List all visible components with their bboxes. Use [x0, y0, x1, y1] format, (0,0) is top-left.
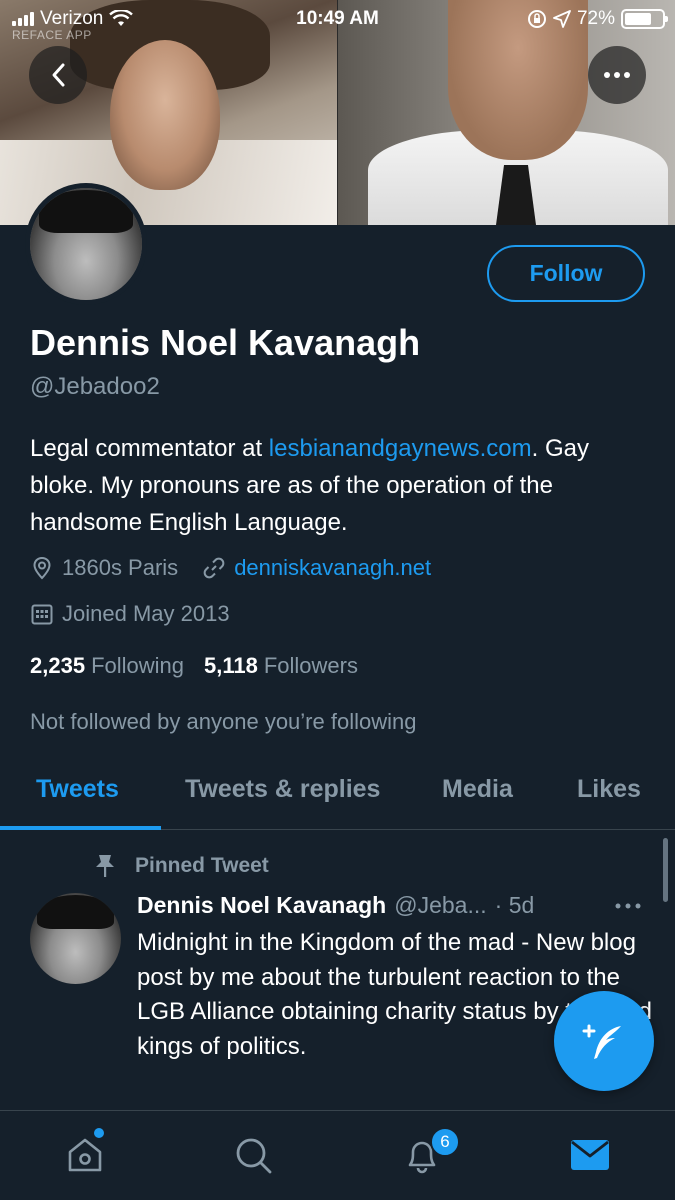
profile-joined-row: Joined May 2013 [30, 601, 230, 627]
profile-tabs: Tweets Tweets & replies Media Likes [0, 755, 675, 830]
nav-messages[interactable] [568, 1133, 612, 1177]
profile-website-link[interactable]: denniskavanagh.net [234, 555, 431, 581]
profile-joined-date: Joined May 2013 [62, 601, 230, 626]
tweet-timestamp[interactable]: · 5d [495, 892, 535, 919]
follow-counts: 2,235 Following 5,118 Followers [30, 653, 358, 679]
tweet-author-name[interactable]: Dennis Noel Kavanagh [137, 892, 386, 919]
tweet-header: Dennis Noel Kavanagh @Jeba... · 5d [137, 892, 647, 919]
app-watermark: REFACE APP [12, 28, 92, 42]
more-options-button[interactable] [588, 46, 646, 104]
profile-name: Dennis Noel Kavanagh [30, 322, 421, 363]
back-button[interactable] [29, 46, 87, 104]
location-arrow-icon [553, 10, 571, 28]
followers-count-link[interactable]: 5,118 Followers [204, 653, 358, 679]
pinned-tweet-label: Pinned Tweet [93, 853, 269, 879]
not-followed-notice: Not followed by anyone you’re following [30, 709, 417, 734]
compose-tweet-button[interactable] [554, 991, 654, 1091]
profile-handle: @Jebadoo2 [30, 373, 160, 400]
active-tab-indicator [0, 826, 161, 830]
nav-search[interactable] [231, 1133, 275, 1177]
link-icon [202, 556, 226, 580]
profile-bio: Legal commentator at lesbianandgaynews.c… [30, 435, 589, 536]
battery-icon [621, 9, 668, 29]
profile-meta-row: 1860s Paris denniskavanagh.net [30, 555, 431, 581]
home-icon [68, 1138, 102, 1172]
tweet-author-handle: @Jeba... [394, 892, 487, 918]
profile-location: 1860s Paris [62, 555, 179, 580]
tab-media[interactable]: Media [442, 775, 513, 804]
notifications-badge: 6 [430, 1127, 460, 1157]
messages-icon [571, 1140, 609, 1170]
more-icon [604, 72, 630, 78]
status-bar: Verizon 10:49 AM 72% REFACE APP [0, 0, 675, 42]
tweet-author-avatar[interactable] [30, 893, 121, 984]
following-count-link[interactable]: 2,235 Following [30, 653, 184, 679]
home-unread-dot [94, 1128, 104, 1138]
bio-link[interactable]: lesbianandgaynews.com [269, 435, 532, 462]
location-icon [30, 556, 54, 580]
nav-home[interactable] [63, 1133, 107, 1177]
battery-percent: 72% [576, 8, 615, 29]
calendar-icon [30, 602, 54, 626]
profile-avatar[interactable] [25, 183, 147, 305]
orientation-lock-icon [527, 10, 546, 28]
chevron-left-icon [52, 63, 65, 87]
tweet-more-button[interactable] [615, 890, 641, 916]
tab-tweets[interactable]: Tweets [36, 775, 119, 804]
bottom-navigation: 6 [0, 1110, 675, 1200]
more-icon [615, 903, 641, 909]
pin-icon [96, 855, 114, 877]
follow-button[interactable]: Follow [487, 245, 645, 302]
compose-feather-icon [582, 1024, 621, 1059]
tab-likes[interactable]: Likes [577, 775, 641, 804]
search-icon [236, 1138, 272, 1174]
scrollbar[interactable] [663, 838, 668, 902]
tab-tweets-replies[interactable]: Tweets & replies [185, 775, 380, 804]
